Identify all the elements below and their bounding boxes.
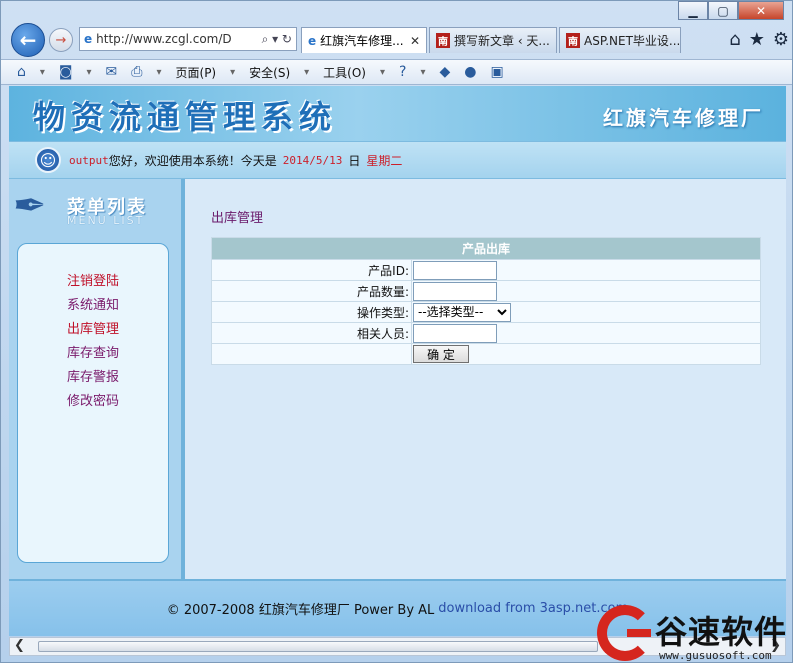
menu-item-change-password[interactable]: 修改密码 xyxy=(18,390,168,414)
tab-3[interactable]: 南 ASP.NET毕业设... xyxy=(559,27,681,53)
menu-item-outbound[interactable]: 出库管理 xyxy=(18,318,168,342)
person-input[interactable] xyxy=(413,323,497,343)
watermark-url: www.gusuosoft.com xyxy=(659,649,772,662)
pen-icon: ✒ xyxy=(13,183,47,229)
menu-item-notice[interactable]: 系统通知 xyxy=(18,294,168,318)
menu-item-logout[interactable]: 注销登陆 xyxy=(18,270,168,294)
site-favicon-icon: 南 xyxy=(566,33,580,48)
ie-icon: e xyxy=(84,32,93,46)
site-favicon-icon: 南 xyxy=(436,33,450,48)
home-icon[interactable]: ⌂ xyxy=(17,64,26,80)
menu-item-inventory-query[interactable]: 库存查询 xyxy=(18,342,168,366)
welcome-user: output xyxy=(69,153,109,167)
footer-text: © 2007-2008 红旗汽车修理厂 Power By AL xyxy=(166,603,435,618)
menu-tools[interactable]: 工具(O) xyxy=(323,64,366,81)
menu-header: ✒ 菜单列表 MENU LIST xyxy=(9,179,181,239)
close-button[interactable]: ✕ xyxy=(738,1,784,20)
product-id-input[interactable] xyxy=(413,260,497,280)
minimize-button[interactable]: ▁ xyxy=(678,1,708,20)
sidebar: ✒ 菜单列表 MENU LIST 注销登陆 系统通知 出库管理 库存查询 库存警… xyxy=(9,179,185,579)
menu-subtitle: MENU LIST xyxy=(67,214,145,227)
mail-icon[interactable]: ✉ xyxy=(106,64,118,80)
accessibility-icon: ☺ xyxy=(35,147,61,173)
window-controls: ▁ ▢ ✕ xyxy=(678,1,784,20)
main-content: 出库管理 产品出库 产品ID: 产品数量: 操作类型: --选择类型-- 相关人… xyxy=(185,179,786,579)
op-type-select[interactable]: --选择类型-- xyxy=(413,302,511,322)
forward-button[interactable]: → xyxy=(49,28,73,52)
ie-favicon-icon: e xyxy=(308,33,317,48)
banner-title: 物资流通管理系统 xyxy=(33,98,338,136)
browser-window: ▁ ▢ ✕ ← → e http://www.zcgl.com/D ⌕ ▾ ↻ … xyxy=(0,0,793,663)
welcome-bar: ☺ output 您好，欢迎使用本系统！今天是 2014/5/13 日 星期二 xyxy=(9,141,786,179)
scroll-thumb[interactable] xyxy=(38,641,598,652)
back-button[interactable]: ← xyxy=(11,23,45,57)
tab-2[interactable]: 南 撰写新文章 ‹ 天... xyxy=(429,27,557,53)
messenger-icon[interactable]: ● xyxy=(464,64,476,80)
print-icon[interactable]: ⎙ xyxy=(131,64,142,80)
submit-button[interactable]: 确 定 xyxy=(413,345,469,363)
help-icon[interactable]: ? xyxy=(399,64,406,80)
address-tools-icon[interactable]: ⌕ ▾ ↻ xyxy=(262,32,296,47)
settings-icon[interactable]: ⚙ xyxy=(773,29,789,50)
menu-page[interactable]: 页面(P) xyxy=(176,64,217,81)
browser-right-icons: ⌂ ★ ⚙ xyxy=(729,29,789,50)
scroll-left-icon[interactable]: ❮ xyxy=(14,638,25,653)
tab-close-icon[interactable]: ✕ xyxy=(410,34,420,48)
web-page: 物资流通管理系统 红旗汽车修理厂 ☺ output 您好，欢迎使用本系统！今天是… xyxy=(9,86,786,636)
address-text: http://www.zcgl.com/D xyxy=(96,32,232,46)
watermark-logo: 谷速软件 www.gusuosoft.com xyxy=(597,603,793,663)
product-id-label: 产品ID: xyxy=(211,259,412,281)
home-icon[interactable]: ⌂ xyxy=(729,29,740,50)
favorites-icon[interactable]: ★ xyxy=(749,29,765,50)
section-title: 出库管理 xyxy=(211,211,264,226)
menu-item-inventory-alert[interactable]: 库存警报 xyxy=(18,366,168,390)
banner: 物资流通管理系统 红旗汽车修理厂 xyxy=(9,86,786,141)
person-label: 相关人员: xyxy=(211,322,412,344)
tab-label: 红旗汽车修理... xyxy=(320,34,404,48)
command-bar: ⌂ ▾ ◙ ▾ ✉ ⎙ ▾ 页面(P) ▾ 安全(S) ▾ 工具(O) ▾ ? ▾ ◆ ● ▣ xyxy=(1,59,792,85)
outbound-form: 产品出库 产品ID: 产品数量: 操作类型: --选择类型-- 相关人员: 确 … xyxy=(211,237,761,365)
op-type-label: 操作类型: xyxy=(211,301,412,323)
welcome-text: 您好，欢迎使用本系统！今天是 xyxy=(108,153,277,168)
welcome-date: 2014/5/13 xyxy=(282,153,343,167)
quantity-label: 产品数量: xyxy=(211,280,412,302)
watermark-text: 谷速软件 xyxy=(655,613,788,651)
tab-active[interactable]: e 红旗汽车修理... ✕ xyxy=(301,27,427,53)
rss-icon[interactable]: ◙ xyxy=(59,64,73,80)
tab-label: ASP.NET毕业设... xyxy=(584,34,681,48)
banner-subtitle: 红旗汽车修理厂 xyxy=(603,106,764,130)
form-header: 产品出库 xyxy=(211,237,761,260)
tab-label: 撰写新文章 ‹ 天... xyxy=(454,34,550,48)
edit-icon[interactable]: ▣ xyxy=(490,64,503,80)
research-icon[interactable]: ◆ xyxy=(439,64,450,80)
nav-bar: ← → e http://www.zcgl.com/D ⌕ ▾ ↻ e 红旗汽车… xyxy=(9,23,789,57)
menu-safety[interactable]: 安全(S) xyxy=(249,64,290,81)
welcome-weekday: 星期二 xyxy=(366,153,403,168)
welcome-day-label: 日 xyxy=(348,153,361,168)
quantity-input[interactable] xyxy=(413,281,497,301)
address-bar[interactable]: e http://www.zcgl.com/D ⌕ ▾ ↻ xyxy=(79,27,297,51)
maximize-button[interactable]: ▢ xyxy=(708,1,738,20)
menu-list: 注销登陆 系统通知 出库管理 库存查询 库存警报 修改密码 xyxy=(17,243,169,563)
